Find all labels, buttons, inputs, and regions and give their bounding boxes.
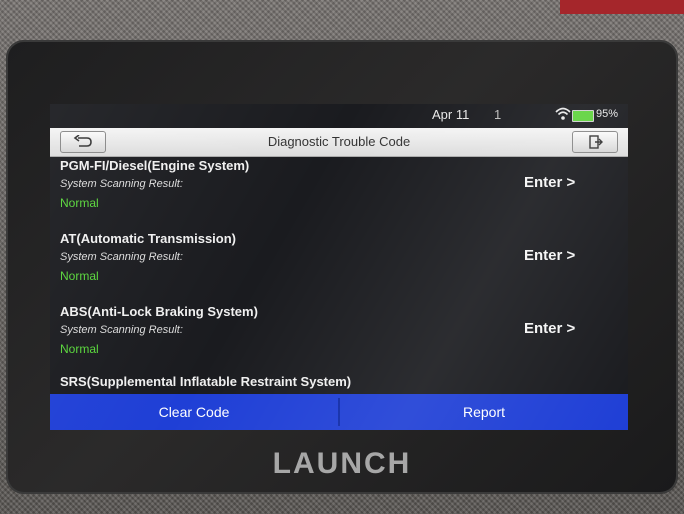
enter-button[interactable]: Enter >: [524, 320, 575, 337]
enter-button[interactable]: Enter >: [524, 247, 575, 264]
status-date: Apr 11: [432, 107, 470, 122]
system-name: ABS(Anti-Lock Braking System): [60, 304, 258, 319]
scan-result-label: System Scanning Result:: [60, 324, 183, 336]
battery-percent: 95%: [596, 108, 619, 120]
scan-result-label: System Scanning Result:: [60, 178, 183, 190]
list-item[interactable]: PGM-FI/Diesel(Engine System) System Scan…: [50, 158, 628, 230]
wifi-icon: [555, 107, 571, 120]
status-bar: Apr 11 1 95%: [50, 104, 628, 126]
scan-result-value: Normal: [60, 196, 99, 210]
system-list: PGM-FI/Diesel(Engine System) System Scan…: [50, 158, 628, 392]
enter-button[interactable]: Enter >: [524, 174, 575, 191]
screen: Apr 11 1 95% Diagnostic Trouble Code PGM…: [50, 104, 628, 430]
exit-button[interactable]: [572, 131, 618, 153]
case-red-strip: [560, 0, 684, 14]
title-bar: Diagnostic Trouble Code: [50, 128, 628, 157]
list-item[interactable]: ABS(Anti-Lock Braking System) System Sca…: [50, 304, 628, 376]
clear-code-button[interactable]: Clear Code: [50, 394, 338, 430]
list-item[interactable]: AT(Automatic Transmission) System Scanni…: [50, 231, 628, 303]
scan-result-value: Normal: [60, 269, 99, 283]
brand-logo: LAUNCH: [272, 447, 412, 480]
battery-icon: [572, 110, 594, 122]
page-title: Diagnostic Trouble Code: [267, 134, 411, 149]
status-time: 1: [494, 107, 502, 122]
system-name: AT(Automatic Transmission): [60, 231, 237, 246]
exit-door-icon: [589, 135, 603, 149]
scan-result-label: System Scanning Result:: [60, 251, 183, 263]
bottom-action-bar: Clear Code Report: [50, 394, 628, 430]
system-name: PGM-FI/Diesel(Engine System): [60, 158, 250, 173]
report-button[interactable]: Report: [340, 394, 628, 430]
scan-result-value: Normal: [60, 342, 99, 356]
system-name: SRS(Supplemental Inflatable Restraint Sy…: [60, 374, 352, 389]
